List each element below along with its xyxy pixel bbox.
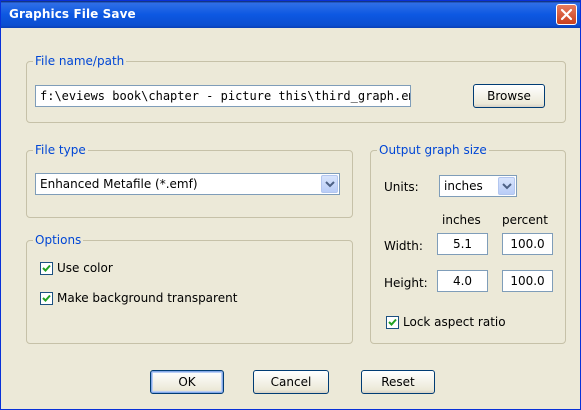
options-legend: Options [33,233,84,247]
file-type-select[interactable]: Enhanced Metafile (*.emf) [35,173,340,195]
output-size-legend: Output graph size [377,143,489,157]
chevron-down-icon [325,181,335,188]
height-percent-input[interactable]: 100.0 [502,270,553,292]
file-type-value: Enhanced Metafile (*.emf) [40,177,198,191]
inches-column-header: inches [442,213,481,227]
lock-aspect-box[interactable] [386,316,399,329]
transparent-background-label: Make background transparent [57,291,238,305]
width-label: Width: [384,239,423,253]
close-icon [560,8,573,21]
chevron-down-icon [502,183,512,190]
file-type-legend: File type [33,143,88,157]
browse-button[interactable]: Browse [473,84,545,108]
ok-button[interactable]: OK [150,370,224,394]
output-size-group: Output graph size Units: inches inches p… [370,143,566,344]
title-bar[interactable]: Graphics File Save [1,1,580,28]
height-label: Height: [384,276,428,290]
use-color-box[interactable] [40,262,53,275]
percent-column-header: percent [502,213,548,227]
file-type-dropdown-button[interactable] [321,175,338,193]
width-percent-input[interactable]: 100.0 [502,233,553,255]
use-color-label: Use color [57,261,113,275]
units-value: inches [444,179,483,193]
file-path-legend: File name/path [33,54,127,68]
options-group: Options Use color Make background transp… [26,233,353,344]
file-path-group: File name/path f:\eviews book\chapter - … [26,54,566,123]
checkmark-icon [42,294,51,302]
reset-button[interactable]: Reset [361,370,435,394]
window-title: Graphics File Save [9,7,136,21]
file-type-group: File type Enhanced Metafile (*.emf) [26,143,353,218]
checkmark-icon [42,264,51,272]
graphics-file-save-dialog: Graphics File Save File name/path f:\evi… [0,0,581,410]
close-button[interactable] [556,4,577,25]
units-select[interactable]: inches [439,175,517,197]
checkmark-icon [388,318,397,326]
file-path-input[interactable]: f:\eviews book\chapter - picture this\th… [35,85,411,107]
width-inches-input[interactable]: 5.1 [437,233,488,255]
units-dropdown-button[interactable] [498,177,515,195]
units-label: Units: [384,180,419,194]
lock-aspect-label: Lock aspect ratio [403,315,506,329]
transparent-background-box[interactable] [40,292,53,305]
height-inches-input[interactable]: 4.0 [437,270,488,292]
cancel-button[interactable]: Cancel [253,370,329,394]
